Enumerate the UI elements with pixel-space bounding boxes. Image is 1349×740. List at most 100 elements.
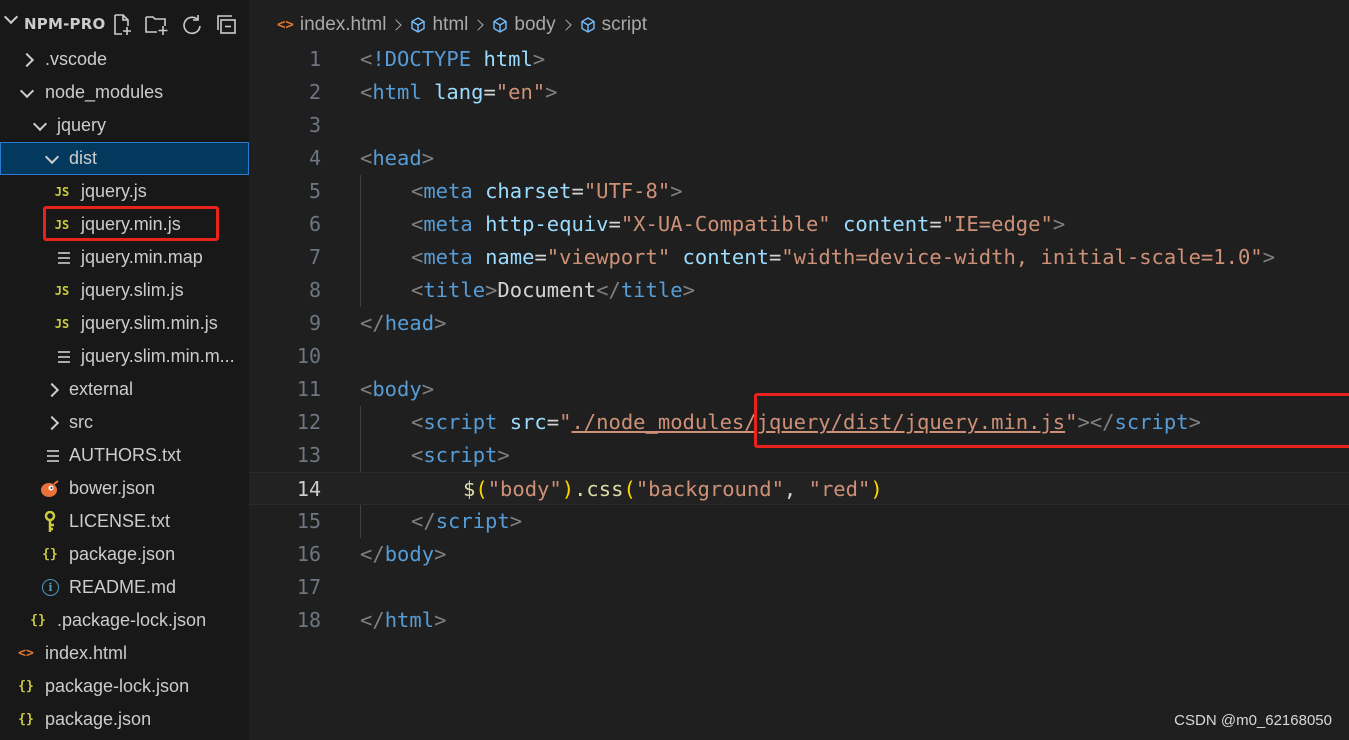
code-text: </body> — [360, 542, 447, 566]
code-line[interactable]: 18 </html> — [249, 604, 1349, 637]
line-number: 17 — [296, 575, 321, 599]
chevron-down-icon — [32, 116, 48, 131]
line-number: 7 — [308, 245, 321, 269]
tree-item-jquery-slim-min-map[interactable]: jquery.slim.min.m... — [0, 340, 249, 373]
workspace-title[interactable]: NPM-PRO — [24, 15, 105, 33]
collapse-all-icon[interactable] — [215, 13, 239, 37]
line-number: 9 — [308, 311, 321, 335]
tree-item-dot-package-lock[interactable]: {} .package-lock.json — [0, 604, 249, 637]
line-number: 3 — [308, 113, 321, 137]
line-number: 14 — [296, 477, 321, 501]
element-cube-icon — [493, 17, 508, 33]
code-line[interactable]: 6 <meta http-equiv="X-UA-Compatible" con… — [249, 208, 1349, 241]
tree-item-bower-json[interactable]: bower.json — [0, 472, 249, 505]
code-line[interactable]: 17 — [249, 571, 1349, 604]
tree-item-label: bower.json — [69, 478, 156, 498]
breadcrumb-label: index.html — [299, 14, 387, 35]
code-line[interactable]: 10 — [249, 340, 1349, 373]
line-number: 11 — [296, 377, 321, 401]
html-file-icon: <> — [277, 17, 294, 33]
code-text: <meta charset="UTF-8"> — [411, 179, 683, 203]
tree-item-node-modules[interactable]: node_modules — [0, 76, 249, 109]
json-file-icon: {} — [42, 547, 58, 562]
code-editor[interactable]: <> index.html html body script 1 <!DOCTY… — [249, 0, 1349, 740]
tree-item-label: README.md — [69, 577, 177, 597]
tree-item-label: .package-lock.json — [57, 610, 207, 630]
chevron-right-icon — [472, 19, 485, 31]
javascript-file-icon: JS — [54, 316, 70, 331]
line-number: 5 — [308, 179, 321, 203]
tree-item-authors[interactable]: AUTHORS.txt — [0, 439, 249, 472]
json-file-icon: {} — [30, 613, 46, 628]
line-number: 13 — [296, 443, 321, 467]
code-line[interactable]: 16 </body> — [249, 538, 1349, 571]
line-number: 2 — [308, 80, 321, 104]
tree-item-label: jquery.js — [81, 181, 147, 201]
element-cube-icon — [580, 17, 595, 33]
code-line[interactable]: 5 <meta charset="UTF-8"> — [249, 175, 1349, 208]
tree-item-package-lock[interactable]: {} package-lock.json — [0, 670, 249, 703]
tree-item-dist[interactable]: dist — [0, 142, 249, 175]
tree-item-label: AUTHORS.txt — [69, 445, 182, 465]
tree-item-label: LICENSE.txt — [69, 511, 171, 531]
tree-item-readme[interactable]: i README.md — [0, 571, 249, 604]
tree-item-license[interactable]: LICENSE.txt — [0, 505, 249, 538]
code-line[interactable]: 8 <title>Document</title> — [249, 274, 1349, 307]
code-line[interactable]: 2 <html lang="en"> — [249, 76, 1349, 109]
chevron-down-icon[interactable] — [3, 9, 19, 25]
code-line[interactable]: 1 <!DOCTYPE html> — [249, 43, 1349, 76]
chevron-down-icon — [19, 83, 35, 98]
code-text: <meta http-equiv="X-UA-Compatible" conte… — [411, 212, 1066, 236]
breadcrumb-item-file[interactable]: <> index.html — [277, 14, 386, 36]
tree-item-external[interactable]: external — [0, 373, 249, 406]
tree-item-jquery-js[interactable]: JS jquery.js — [0, 175, 249, 208]
code-line[interactable]: 7 <meta name="viewport" content="width=d… — [249, 241, 1349, 274]
json-file-icon: {} — [18, 712, 34, 727]
tree-item-jquery-slim-js[interactable]: JS jquery.slim.js — [0, 274, 249, 307]
chevron-right-icon — [44, 415, 60, 430]
new-file-icon[interactable] — [110, 13, 134, 37]
tree-item-label: jquery.min.map — [81, 247, 203, 267]
tree-item-label: external — [69, 379, 134, 399]
chevron-right-icon — [44, 382, 60, 397]
new-folder-icon[interactable] — [145, 13, 169, 37]
tree-item-jquery[interactable]: jquery — [0, 109, 249, 142]
text-file-icon — [43, 446, 63, 466]
code-line-current[interactable]: 14 $("body").css("background", "red") — [249, 472, 1349, 505]
tree-item-package-json-jquery[interactable]: {} package.json — [0, 538, 249, 571]
breadcrumb-item-script[interactable]: script — [580, 14, 647, 36]
tree-item-jquery-min-map[interactable]: jquery.min.map — [0, 241, 249, 274]
tree-item-label: node_modules — [45, 82, 164, 102]
html-file-icon: <> — [18, 646, 34, 661]
tree-item-label: jquery.slim.min.js — [81, 313, 218, 333]
tree-item-jquery-slim-min-js[interactable]: JS jquery.slim.min.js — [0, 307, 249, 340]
line-number: 10 — [296, 344, 321, 368]
code-line[interactable]: 15 </script> — [249, 505, 1349, 538]
code-line[interactable]: 4 <head> — [249, 142, 1349, 175]
key-icon — [40, 510, 60, 532]
line-number: 8 — [308, 278, 321, 302]
chevron-right-icon — [390, 19, 403, 31]
code-text: </head> — [360, 311, 447, 335]
chevron-right-icon — [19, 52, 35, 67]
tree-item-src[interactable]: src — [0, 406, 249, 439]
explorer-header[interactable]: NPM-PRO — [0, 0, 249, 43]
tree-item-vscode[interactable]: .vscode — [0, 43, 249, 76]
breadcrumb-item-body[interactable]: body — [492, 14, 556, 36]
code-line[interactable]: 3 — [249, 109, 1349, 142]
tree-item-label: package.json — [45, 709, 152, 729]
code-text: <title>Document</title> — [411, 278, 695, 302]
tree-item-index-html[interactable]: <> index.html — [0, 637, 249, 670]
annotation-highlight-box — [754, 393, 1349, 448]
code-text: <body> — [360, 377, 435, 401]
javascript-file-icon: JS — [54, 184, 70, 199]
breadcrumb-label: script — [601, 14, 647, 35]
code-line[interactable]: 9 </head> — [249, 307, 1349, 340]
breadcrumb-label: html — [432, 14, 469, 35]
breadcrumb-item-html[interactable]: html — [410, 14, 468, 36]
line-number: 6 — [308, 212, 321, 236]
tree-item-label: index.html — [45, 643, 128, 663]
refresh-icon[interactable] — [180, 13, 204, 37]
tree-item-label: dist — [69, 148, 98, 168]
tree-item-package-json[interactable]: {} package.json — [0, 703, 249, 736]
